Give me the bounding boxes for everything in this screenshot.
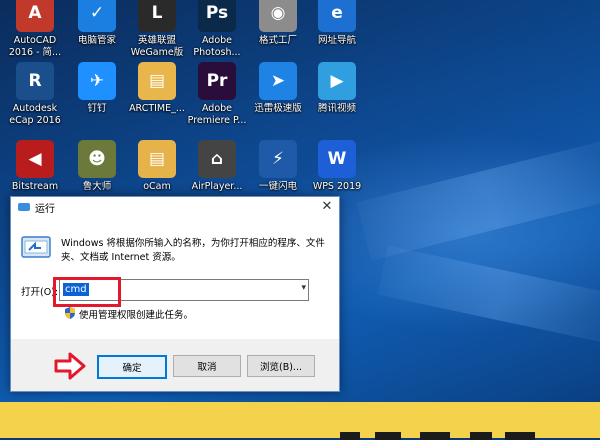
desktop-icon-label: 一键闪电: [258, 181, 297, 192]
caption-glyph: [375, 432, 401, 440]
wallpaper-beam: [356, 139, 600, 261]
caption-glyph: [340, 432, 360, 440]
admin-note: 使用管理权限创建此任务。: [79, 310, 194, 321]
desktop-icon[interactable]: Pr Adobe Premiere P...: [186, 62, 248, 127]
dialog-titlebar[interactable]: 运行 ✕: [11, 197, 339, 217]
desktop-icon[interactable]: R Autodesk eCap 2016: [4, 62, 66, 127]
cancel-button[interactable]: 取消: [173, 355, 241, 377]
app-icon: ▶: [318, 62, 356, 100]
desktop-icon[interactable]: ✓ 电脑管家: [66, 0, 128, 47]
desktop-icon-label: 鲁大师: [82, 181, 112, 192]
desktop-icon-label: 腾讯视频: [317, 103, 356, 114]
caption-bar: [0, 402, 600, 440]
desktop-icon[interactable]: e 网址导航: [306, 0, 368, 47]
app-icon: R: [16, 62, 54, 100]
app-icon: A: [16, 0, 54, 32]
desktop-icon-label: 网址导航: [317, 35, 356, 46]
desktop-icon-label: 格式工厂: [258, 35, 297, 46]
shield-icon: [65, 307, 75, 319]
desktop-icon-label: 钉钉: [87, 103, 107, 114]
caption-glyph: [420, 432, 450, 440]
red-arrow-icon: [54, 352, 86, 380]
desktop-icon[interactable]: ▶ 腾讯视频: [306, 62, 368, 115]
desktop-icon-label: 电脑管家: [77, 35, 116, 46]
app-icon: ◉: [259, 0, 297, 32]
desktop-icon-label: Bitstream: [11, 181, 59, 192]
desktop-icon[interactable]: Ps Adobe Photosh...: [186, 0, 248, 59]
app-icon: ▤: [138, 62, 176, 100]
browse-button[interactable]: 浏览(B)...: [247, 355, 315, 377]
ok-button[interactable]: 确定: [97, 355, 167, 379]
app-icon: ◀: [16, 140, 54, 178]
app-icon: ✓: [78, 0, 116, 32]
desktop-icon-label: Adobe Premiere P...: [187, 103, 247, 126]
desktop-icon-label: oCam: [143, 181, 171, 192]
desktop-icon[interactable]: ☻ 鲁大师: [66, 140, 128, 193]
desktop-icon[interactable]: ▤ ARCTIME_...: [126, 62, 188, 115]
app-icon: ⌂: [198, 140, 236, 178]
desktop-icon-label: 英雄联盟 WeGame版: [130, 35, 184, 58]
caption-glyph: [470, 432, 492, 440]
desktop-icon[interactable]: ⚡ 一键闪电: [247, 140, 309, 193]
wallpaper-beam: [377, 245, 600, 345]
app-icon: ☻: [78, 140, 116, 178]
desktop-icon[interactable]: W WPS 2019: [306, 140, 368, 193]
desktop-icon-label: Autodesk eCap 2016: [9, 103, 61, 126]
desktop-icon[interactable]: ⌂ AirPlayer...: [186, 140, 248, 193]
app-icon: ➤: [259, 62, 297, 100]
desktop-icon[interactable]: ➤ 迅雷极速版: [247, 62, 309, 115]
caption-glyph: [505, 432, 535, 440]
desktop-icon[interactable]: ◉ 格式工厂: [247, 0, 309, 47]
app-icon: W: [318, 140, 356, 178]
highlight-box: [53, 277, 121, 307]
app-icon: ▤: [138, 140, 176, 178]
desktop-icon[interactable]: L 英雄联盟 WeGame版: [126, 0, 188, 59]
desktop-icon-label: ARCTIME_...: [129, 103, 185, 114]
app-icon: e: [318, 0, 356, 32]
desktop-icon-label: 迅雷极速版: [254, 103, 302, 114]
run-app-icon: [21, 236, 51, 258]
desktop-icon-label: AirPlayer...: [191, 181, 243, 192]
desktop-icon[interactable]: ◀ Bitstream: [4, 140, 66, 193]
run-icon: [18, 203, 30, 211]
app-icon: Pr: [198, 62, 236, 100]
desktop-icon[interactable]: ✈ 钉钉: [66, 62, 128, 115]
app-icon: ⚡: [259, 140, 297, 178]
desktop-icon-label: Adobe Photosh...: [193, 35, 241, 58]
app-icon: Ps: [198, 0, 236, 32]
desktop-icon-label: AutoCAD 2016 - 简...: [8, 35, 62, 58]
app-icon: L: [138, 0, 176, 32]
chevron-down-icon[interactable]: ▾: [301, 283, 306, 293]
close-icon[interactable]: ✕: [317, 198, 337, 215]
app-icon: ✈: [78, 62, 116, 100]
dialog-description: Windows 将根据你所输入的名称，为你打开相应的程序、文件夹、文档或 Int…: [61, 238, 325, 263]
desktop-icon[interactable]: ▤ oCam: [126, 140, 188, 193]
desktop-icon[interactable]: A AutoCAD 2016 - 简...: [4, 0, 66, 59]
dialog-title: 运行: [35, 204, 55, 215]
desktop-icon-label: WPS 2019: [312, 181, 362, 192]
